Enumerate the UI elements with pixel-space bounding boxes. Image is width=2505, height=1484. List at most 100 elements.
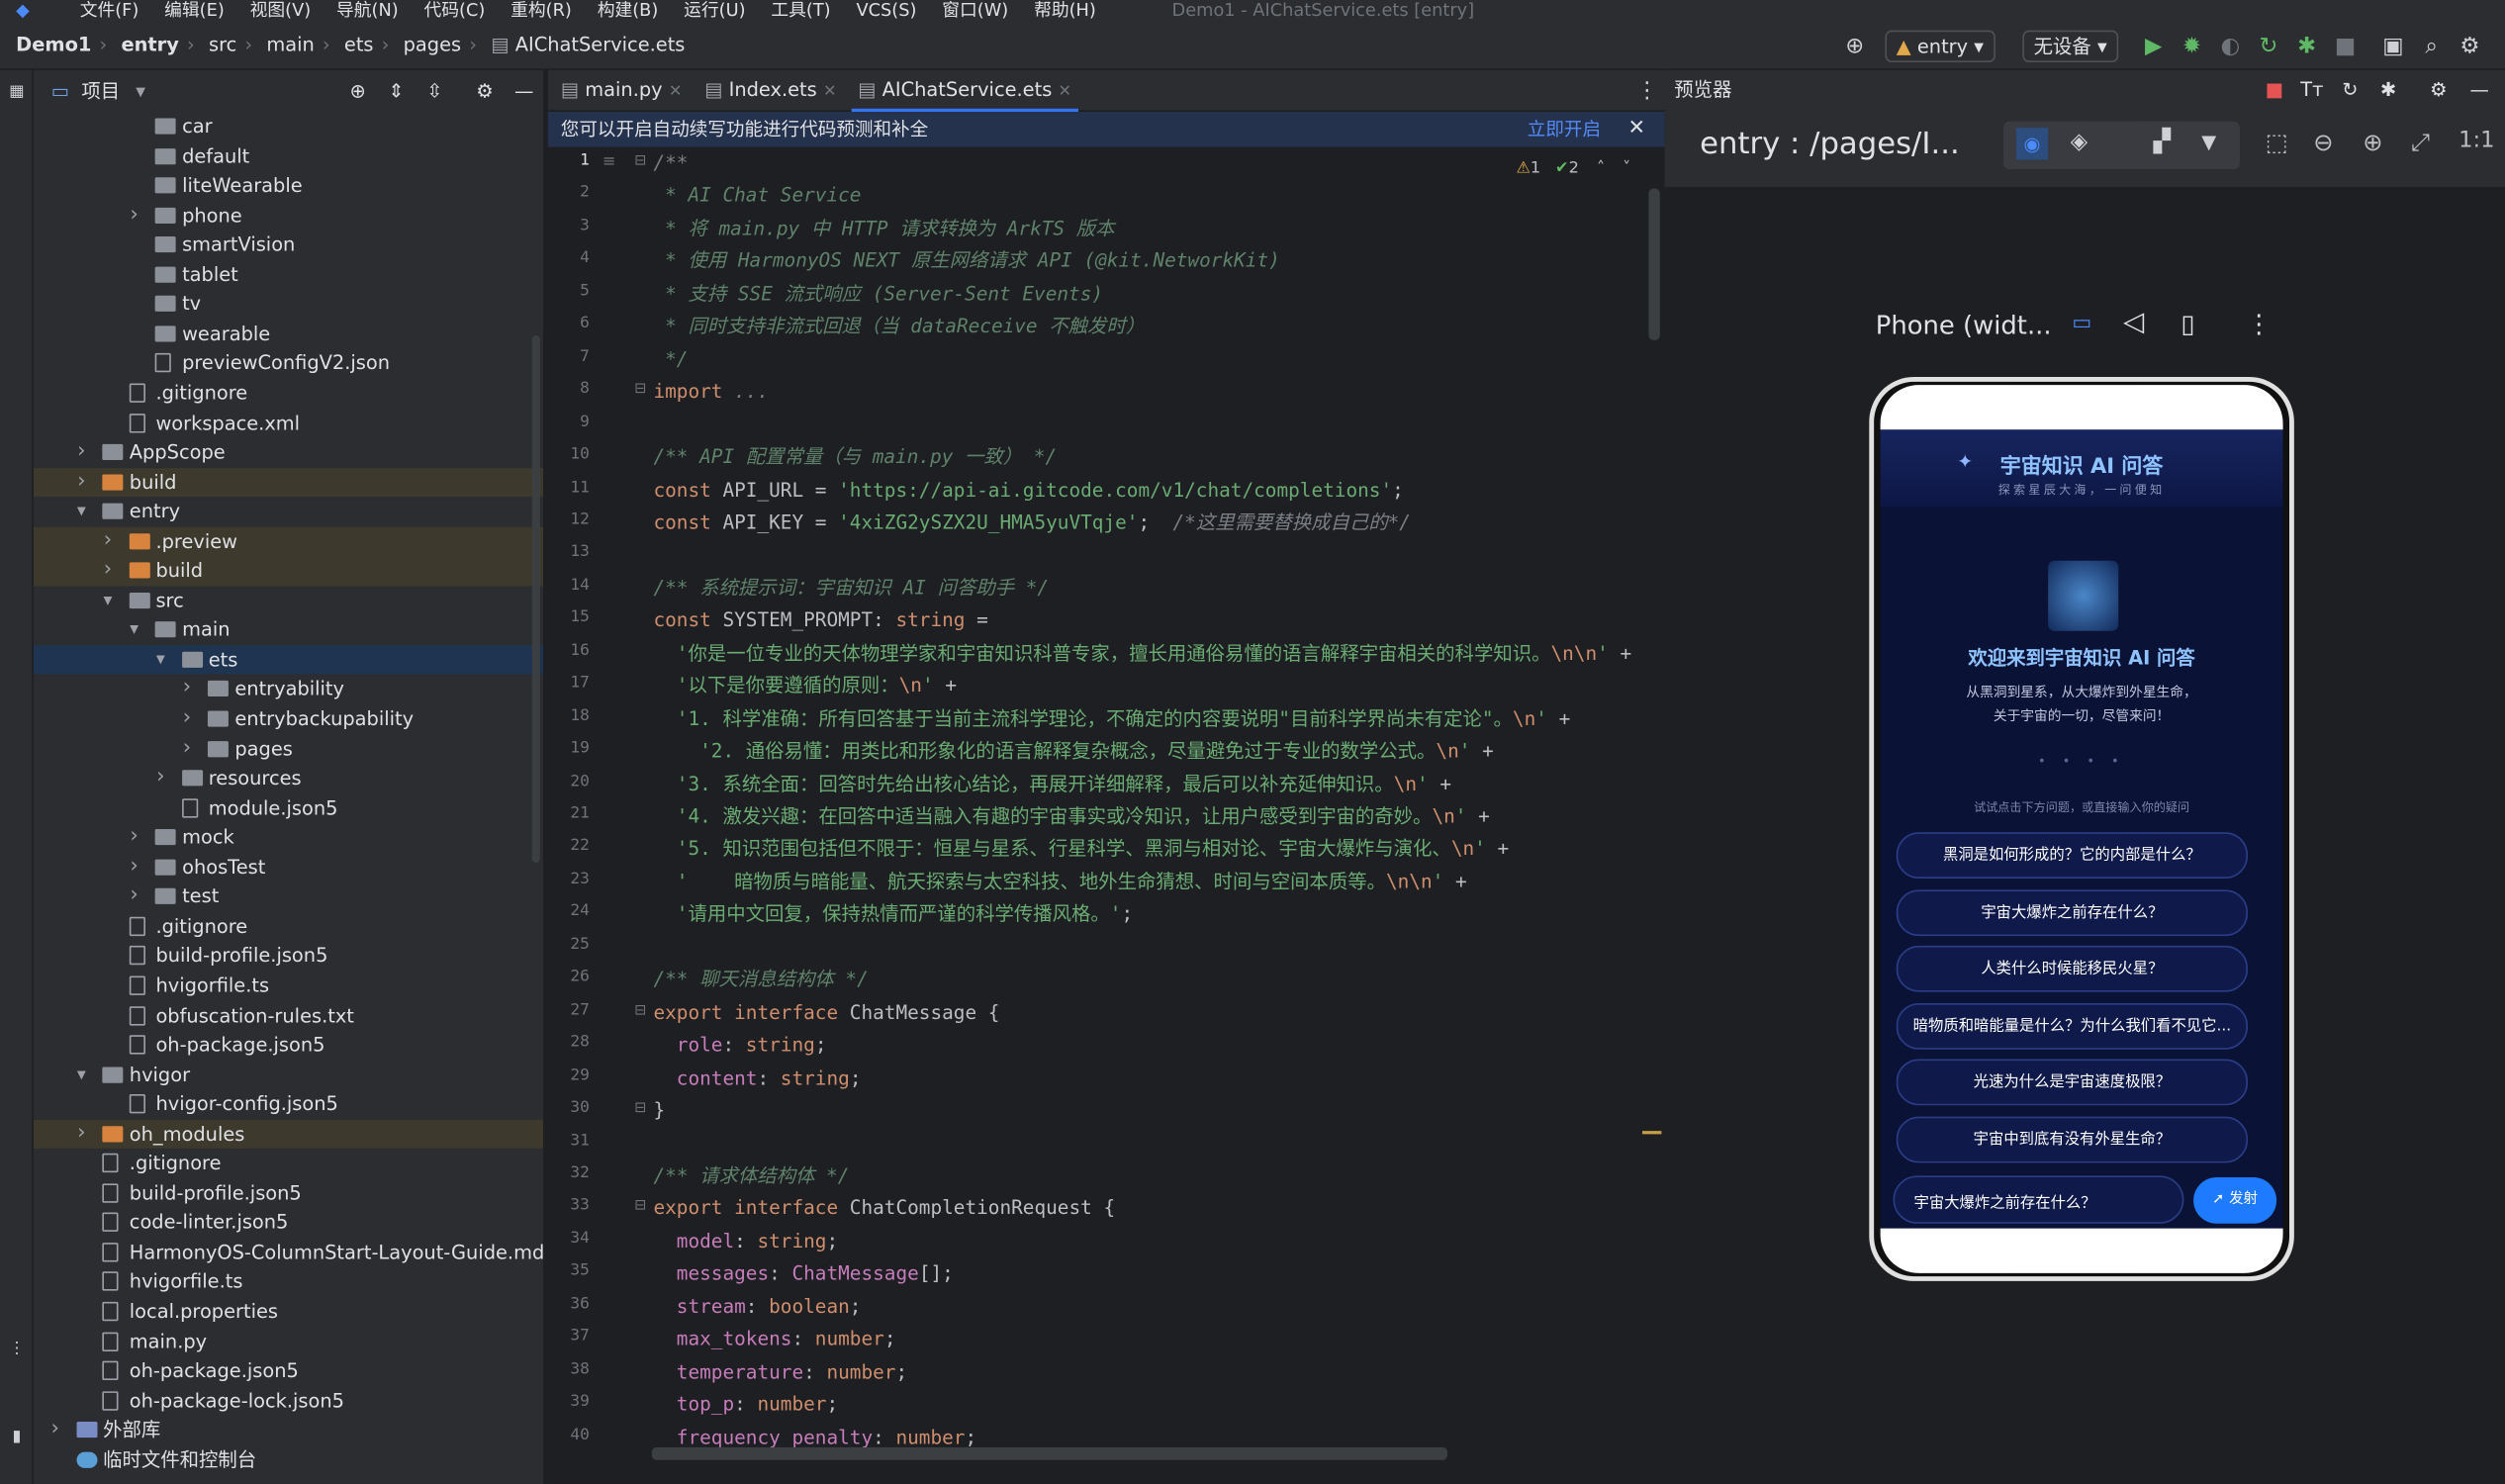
run-icon[interactable]: ▶ (2139, 32, 2168, 60)
tree-item[interactable]: ▾ hvigor (34, 1060, 543, 1089)
back-icon[interactable]: ◁ (2123, 307, 2144, 338)
suggested-question-button[interactable]: 暗物质和暗能量是什么？为什么我们看不见它... (1896, 1002, 2249, 1049)
breadcrumb-item[interactable]: src (209, 34, 236, 56)
tree-item[interactable]: .gitignore (34, 1149, 543, 1178)
device-frame-icon[interactable]: ▭ (2072, 312, 2091, 335)
tree-item[interactable]: tv (34, 290, 543, 320)
menu-item[interactable]: 导航(N) (336, 0, 399, 23)
collapse-all-icon[interactable]: ⇳ (426, 70, 442, 112)
tree-item[interactable]: local.properties (34, 1297, 543, 1327)
chevron-right-icon[interactable]: › (179, 704, 195, 733)
tree-item[interactable]: main.py (34, 1327, 543, 1356)
tree-item[interactable]: ▾ src (34, 586, 543, 615)
tree-item[interactable]: oh-package.json5 (34, 1356, 543, 1386)
stop-icon[interactable]: ■ (2331, 32, 2360, 60)
multi-device-group[interactable]: ▞ ▼ (2140, 121, 2240, 170)
fit-screen-icon[interactable]: ⤢ (2411, 128, 2430, 156)
device-manager-icon[interactable]: ▣ (2378, 32, 2407, 60)
breadcrumb-item[interactable]: pages (404, 34, 462, 56)
project-panel-title[interactable]: 项目 (81, 70, 120, 112)
tree-item[interactable]: ▾ main (34, 615, 543, 645)
chevron-right-icon[interactable]: › (100, 526, 116, 555)
zoom-out-icon[interactable]: ⊖ (2313, 128, 2333, 156)
profile-icon[interactable]: ◐ (2216, 32, 2245, 60)
menu-item[interactable]: 文件(F) (80, 0, 139, 23)
rotate-icon[interactable]: ▯ (2180, 309, 2194, 339)
structure-tool-icon[interactable]: ⋮ (6, 1341, 27, 1358)
tree-item[interactable]: smartVision (34, 231, 543, 260)
fold-icon[interactable]: ⊟ (634, 1199, 646, 1215)
tree-item[interactable]: build-profile.json5 (34, 942, 543, 972)
device-dropdown[interactable]: 无设备 ▾ (2022, 30, 2119, 62)
tree-item[interactable]: obfuscation-rules.txt (34, 1001, 543, 1031)
chevron-down-icon[interactable]: ▾ (152, 645, 168, 674)
send-button[interactable]: ➚ 发射 (2193, 1176, 2277, 1224)
font-size-icon[interactable]: Tт (2300, 70, 2323, 110)
tree-item[interactable]: › entrybackupability (34, 704, 543, 734)
menu-item[interactable]: 重构(R) (510, 0, 572, 23)
gear-icon[interactable]: ⚙ (2456, 32, 2484, 60)
menu-item[interactable]: 帮助(H) (1034, 0, 1096, 23)
project-tool-icon[interactable]: ▦ (6, 83, 27, 101)
breadcrumb-item[interactable]: entry (121, 34, 178, 56)
actual-size-icon[interactable]: 1:1 (2459, 128, 2494, 153)
tree-item[interactable]: .gitignore (34, 912, 543, 942)
chevron-right-icon[interactable]: › (179, 734, 195, 763)
layers-icon[interactable]: ◈ (2071, 130, 2088, 155)
tree-item[interactable]: build-profile.json5 (34, 1178, 543, 1208)
tree-item[interactable]: previewConfigV2.json (34, 349, 543, 379)
reader-mode-icon[interactable]: ≡ (603, 153, 616, 171)
tree-item[interactable]: hvigorfile.ts (34, 972, 543, 1001)
more-options-icon[interactable]: ⋮ (1632, 77, 1661, 106)
chevron-right-icon[interactable]: › (100, 556, 116, 585)
breadcrumb-item[interactable]: main (266, 34, 314, 56)
breadcrumb-item[interactable]: Demo1 (16, 34, 91, 56)
tree-item[interactable]: ▾ entry (34, 497, 543, 526)
tree-item[interactable]: › resources (34, 764, 543, 793)
editor-horizontal-scrollbar[interactable] (651, 1446, 1448, 1460)
suggested-question-button[interactable]: 宇宙中到底有没有外星生命？ (1896, 1115, 2249, 1162)
inspection-widget[interactable]: ⚠1 ✔2 ˄ ˅ (1516, 159, 1630, 177)
tree-scrollbar[interactable] (531, 335, 540, 863)
chevron-up-icon[interactable]: ˄ (1597, 159, 1605, 177)
gear-icon[interactable]: ⚙ (476, 70, 493, 112)
suggested-question-button[interactable]: 黑洞是如何形成的？它的内部是什么？ (1896, 832, 2249, 880)
menu-item[interactable]: 编辑(E) (164, 0, 225, 23)
editor-vertical-scrollbar[interactable] (1648, 188, 1660, 340)
chevron-down-icon[interactable]: ▾ (127, 615, 142, 644)
menu-item[interactable]: 代码(C) (424, 0, 486, 23)
rerun-icon[interactable]: ↻ (2254, 32, 2282, 60)
gear-icon[interactable]: ⚙ (2430, 70, 2447, 110)
chevron-right-icon[interactable]: › (73, 437, 89, 466)
tree-item[interactable]: › mock (34, 823, 543, 853)
menu-item[interactable]: 窗口(W) (942, 0, 1008, 23)
chevron-right-icon[interactable]: › (179, 675, 195, 703)
attach-debugger-icon[interactable]: ✱ (2292, 32, 2321, 60)
suggested-question-button[interactable]: 宇宙大爆炸之前存在什么？ (1896, 888, 2249, 936)
tree-item[interactable]: car (34, 112, 543, 141)
tree-item[interactable]: hvigor-config.json5 (34, 1089, 543, 1119)
question-input[interactable]: 宇宙大爆炸之前存在什么？ (1893, 1175, 2184, 1224)
chevron-right-icon[interactable]: › (127, 882, 142, 911)
tree-item[interactable]: › AppScope (34, 437, 543, 467)
chevron-down-icon[interactable]: ▾ (73, 1060, 89, 1088)
expand-all-icon[interactable]: ⇕ (388, 70, 404, 112)
chevron-down-icon[interactable]: ˅ (1623, 159, 1630, 177)
tree-item[interactable]: default (34, 141, 543, 171)
fold-icon[interactable]: ⊟ (634, 1002, 646, 1018)
target-icon[interactable]: ⊕ (1840, 32, 1869, 60)
menu-item[interactable]: 运行(U) (684, 0, 745, 23)
fold-icon[interactable]: ⊟ (634, 153, 646, 169)
hide-icon[interactable]: — (514, 70, 533, 112)
eye-icon[interactable]: ◉ (2015, 128, 2049, 160)
tree-item[interactable]: wearable (34, 320, 543, 349)
menu-item[interactable]: 视图(V) (250, 0, 312, 23)
tree-item[interactable]: module.json5 (34, 793, 543, 823)
chevron-down-icon[interactable]: ▾ (136, 70, 145, 112)
tree-item[interactable]: liteWearable (34, 171, 543, 201)
tree-item[interactable]: › build (33, 556, 544, 587)
tree-item[interactable]: › phone (34, 201, 543, 231)
fold-icon[interactable]: ⊟ (634, 1101, 646, 1117)
run-config-dropdown[interactable]: ▲ entry ▾ (1885, 30, 1995, 62)
tree-item[interactable]: › test (34, 882, 543, 912)
